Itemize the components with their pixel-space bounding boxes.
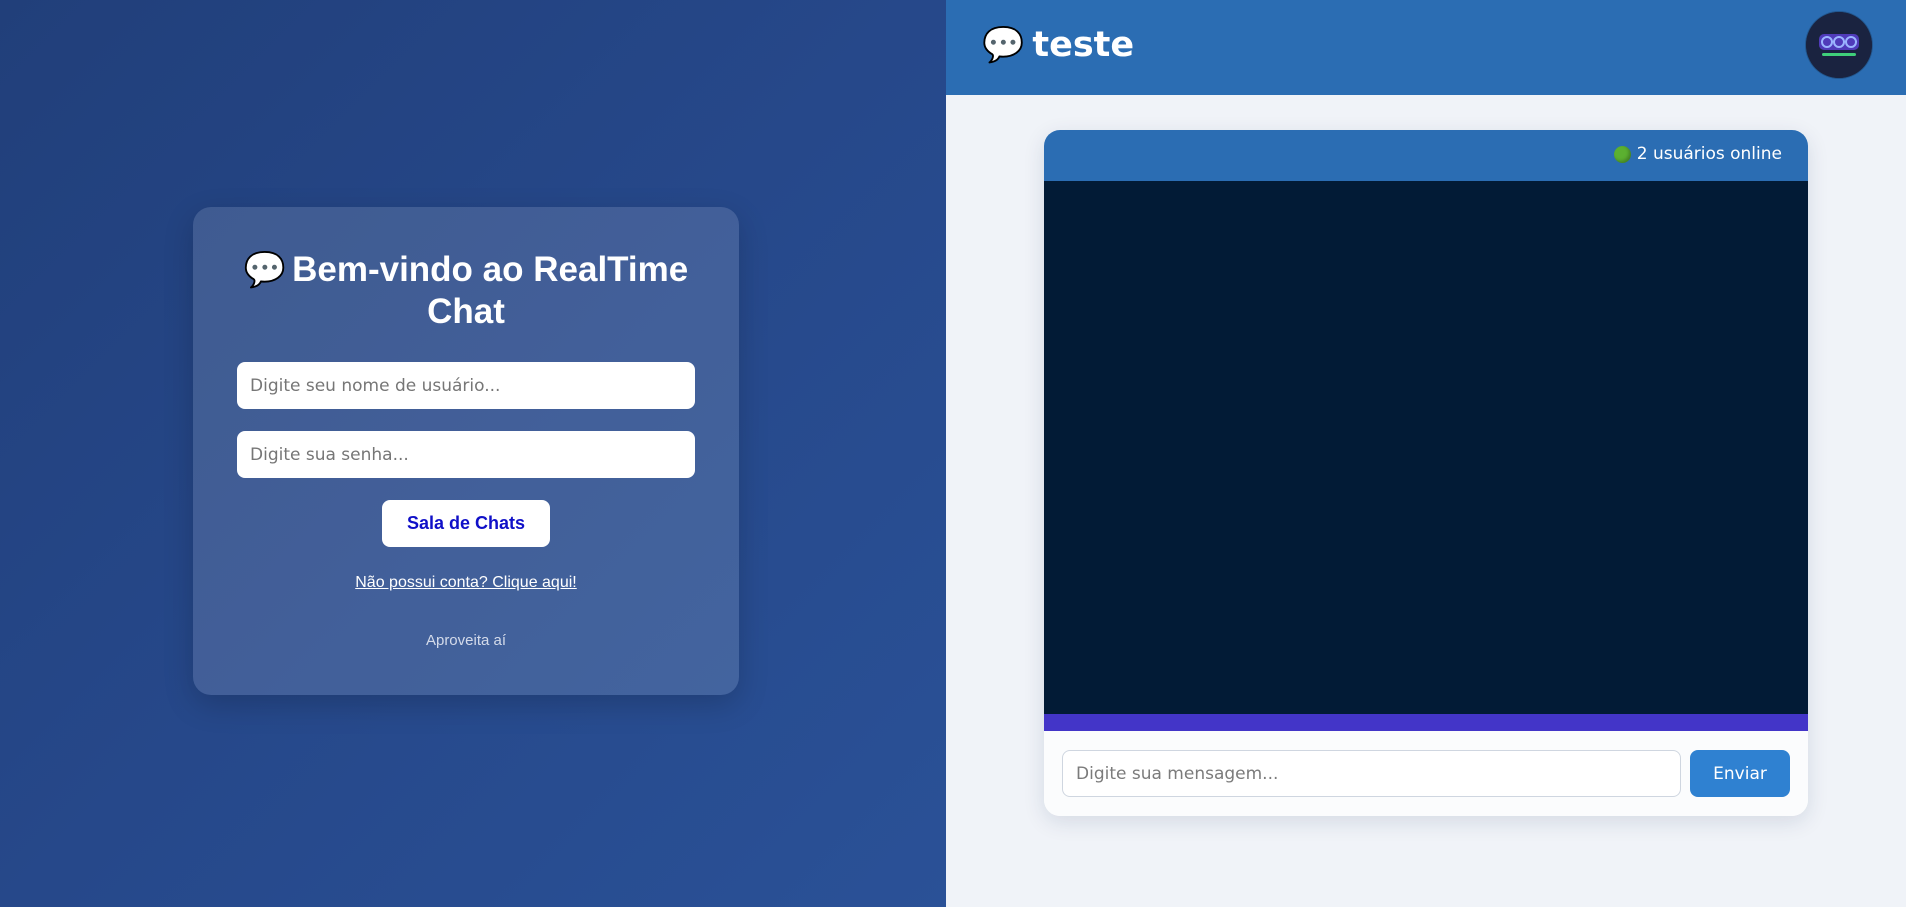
enter-chat-button[interactable]: Sala de Chats xyxy=(382,500,550,547)
online-status: 2 usuários online xyxy=(1613,144,1782,164)
login-title-text: Bem-vindo ao RealTime Chat xyxy=(292,250,689,331)
signup-link[interactable]: Não possui conta? Clique aqui! xyxy=(193,574,739,592)
login-pane: 💬Bem-vindo ao RealTime Chat Sala de Chat… xyxy=(0,0,946,907)
footer-note: Aproveita aí xyxy=(425,632,507,649)
green-circle-icon xyxy=(1613,145,1631,163)
login-card: 💬Bem-vindo ao RealTime Chat Sala de Chat… xyxy=(193,207,739,695)
speech-bubble-icon: 💬 xyxy=(982,25,1025,65)
chat-header: 2 usuários online xyxy=(1044,130,1808,181)
chat-topbar: 💬 teste xyxy=(946,0,1906,95)
speech-bubble-icon: 💬 xyxy=(243,251,287,289)
messages-area[interactable] xyxy=(1044,181,1808,714)
user-avatar[interactable] xyxy=(1806,12,1872,78)
message-composer: Enviar xyxy=(1044,731,1808,816)
username-input[interactable] xyxy=(237,362,695,409)
chat-pane: 💬teste 2 usuários online Enviar xyxy=(946,0,1906,907)
online-count: 2 usuários online xyxy=(1636,144,1782,164)
message-input[interactable] xyxy=(1062,750,1681,797)
password-input[interactable] xyxy=(237,431,695,478)
room-name: teste xyxy=(1032,25,1135,65)
send-button[interactable]: Enviar xyxy=(1690,750,1790,797)
room-title: 💬 teste xyxy=(982,22,1134,68)
chat-card: 2 usuários online Enviar xyxy=(1044,130,1808,816)
messages-bottom-strip xyxy=(1044,714,1808,731)
login-title: 💬 Bem-vindo ao RealTime Chat xyxy=(213,249,719,333)
avatar-logo-icon xyxy=(1806,12,1872,78)
